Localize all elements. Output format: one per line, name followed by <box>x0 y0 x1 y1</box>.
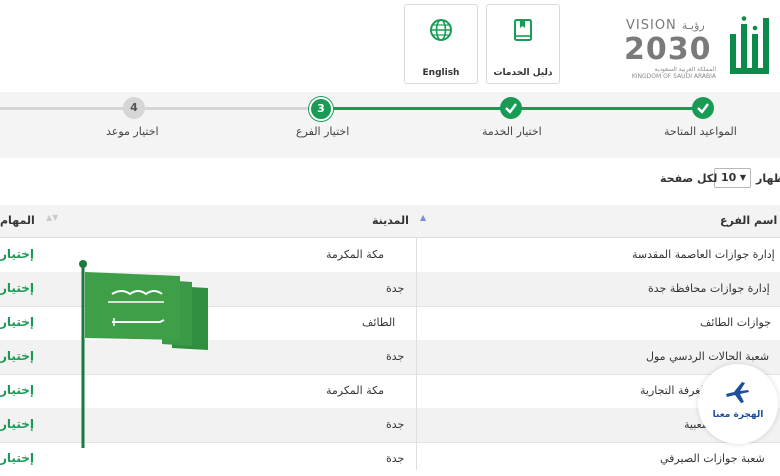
year-text: 2030 <box>624 32 712 67</box>
city-name: جدة <box>386 418 405 431</box>
column-branch[interactable]: اسم الفرع <box>720 214 777 227</box>
sort-asc-icon[interactable]: ▲ <box>420 213 426 222</box>
vision-text: VISION رؤيـة <box>626 18 705 33</box>
english-label: English <box>422 68 460 78</box>
book-icon <box>514 19 532 41</box>
select-branch-link[interactable]: إختيار <box>0 383 34 397</box>
branch-name: جوازات الطائف <box>700 316 771 329</box>
table-header: اسم الفرع ▲ المدينة ▲▼ المهام <box>0 205 780 238</box>
select-branch-link[interactable]: إختيار <box>0 451 34 465</box>
select-branch-link[interactable]: إختيار <box>0 281 34 295</box>
page-size-value: 10 <box>721 171 737 184</box>
city-name: جدة <box>386 282 405 295</box>
progress-line-remaining <box>0 107 320 110</box>
services-guide-label: دليل الخدمات <box>493 68 553 78</box>
page-size-prefix: إظهار <box>756 172 780 185</box>
step-3-label: اختيار الفرع <box>296 125 350 138</box>
page-size-select[interactable]: 10 ▼ <box>714 168 751 188</box>
branch-name: شعبة جوازات الصيرفي <box>660 452 765 465</box>
step-2-check-icon <box>500 97 522 119</box>
step-4-number: 4 <box>123 97 145 119</box>
select-branch-link[interactable]: إختيار <box>0 247 34 261</box>
select-branch-link[interactable]: إختيار <box>0 349 34 363</box>
select-branch-link[interactable]: إختيار <box>0 315 34 329</box>
sort-both-icon[interactable]: ▲▼ <box>46 213 58 222</box>
city-name: جدة <box>386 452 405 465</box>
column-city[interactable]: المدينة <box>372 214 409 227</box>
english-button[interactable]: English <box>404 4 478 84</box>
step-4-label: اختيار موعد <box>106 125 159 138</box>
branch-name: إدارة جوازات محافظة جدة <box>648 282 770 295</box>
select-branch-link[interactable]: إختيار <box>0 417 34 431</box>
top-header: English دليل الخدمات VISION رؤيـة 2030 ا… <box>0 0 780 92</box>
city-name: مكة المكرمة <box>326 384 385 397</box>
branch-name: إدارة جوازات العاصمة المقدسة <box>632 248 775 261</box>
watermark-badge: الهجرة معنا <box>698 364 778 444</box>
step-3-number: 3 <box>309 97 333 121</box>
city-name: مكة المكرمة <box>326 248 385 261</box>
globe-icon <box>430 19 452 41</box>
step-2-label: اختيار الخدمة <box>482 125 542 138</box>
absher-logo <box>730 16 769 74</box>
saudi-flag-image <box>79 260 208 448</box>
vision-2030-logo: VISION رؤيـة 2030 المملكة العربية السعود… <box>622 14 772 86</box>
step-1-check-icon <box>692 97 714 119</box>
badge-text: الهجرة معنا <box>712 410 764 420</box>
plane-icon <box>726 382 749 403</box>
city-name: جدة <box>386 350 405 363</box>
step-1-label: المواعيد المتاحة <box>664 125 737 138</box>
chevron-down-icon: ▼ <box>739 173 746 182</box>
kingdom-text: المملكة العربية السعودية KINGDOM OF SAUD… <box>631 66 716 80</box>
page-size-suffix: لكل صفحة <box>660 172 718 185</box>
column-divider <box>416 237 417 470</box>
column-actions[interactable]: المهام <box>0 214 35 227</box>
services-guide-button[interactable]: دليل الخدمات <box>486 4 560 84</box>
branch-name: الغرفة التجارية <box>640 384 707 397</box>
city-name: الطائف <box>362 316 396 329</box>
branch-name: شعبة الحالات الردسي مول <box>646 350 770 363</box>
